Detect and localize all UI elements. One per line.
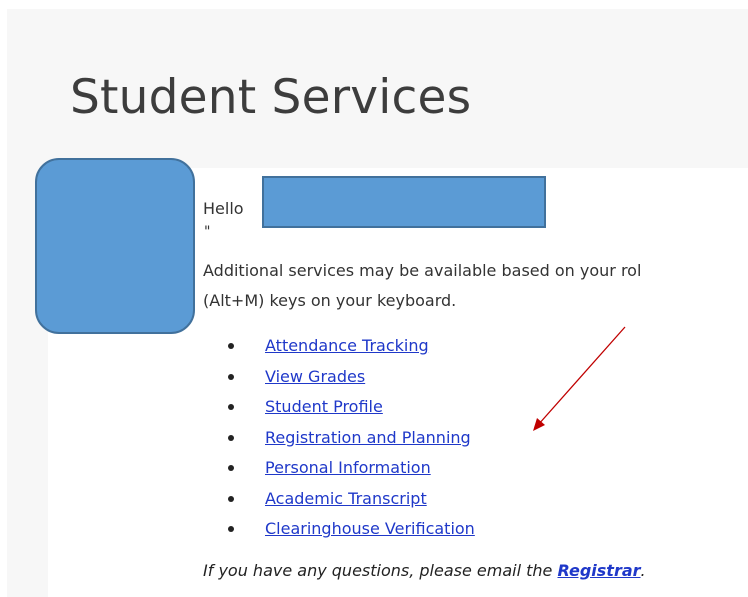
list-item: Clearinghouse Verification bbox=[228, 514, 475, 545]
bullet-icon bbox=[228, 373, 234, 380]
name-redaction bbox=[262, 176, 546, 228]
list-item: Registration and Planning bbox=[228, 423, 475, 454]
greeting-text: Hello bbox=[203, 199, 244, 218]
bullet-icon bbox=[228, 465, 234, 471]
student-profile-link[interactable]: Student Profile bbox=[265, 397, 383, 416]
attendance-tracking-link[interactable]: Attendance Tracking bbox=[265, 336, 429, 355]
bullet-icon bbox=[228, 526, 234, 532]
bullet-icon bbox=[228, 495, 234, 502]
footer-trailing: . bbox=[640, 561, 646, 580]
bullet-icon bbox=[228, 404, 234, 410]
list-item: Student Profile bbox=[228, 392, 475, 423]
academic-transcript-link[interactable]: Academic Transcript bbox=[265, 489, 427, 508]
info-line-1: Additional services may be available bas… bbox=[203, 261, 642, 280]
view-grades-link[interactable]: View Grades bbox=[265, 367, 365, 386]
personal-information-link[interactable]: Personal Information bbox=[265, 458, 431, 477]
list-item: View Grades bbox=[228, 362, 475, 393]
info-paragraph: Additional services may be available bas… bbox=[203, 256, 748, 316]
avatar-redaction bbox=[35, 158, 195, 334]
footer-note: If you have any questions, please email … bbox=[203, 561, 646, 580]
page-title: Student Services bbox=[70, 70, 472, 125]
bullet-icon bbox=[228, 434, 234, 441]
clearinghouse-verification-link[interactable]: Clearinghouse Verification bbox=[265, 519, 475, 538]
footer-text: If you have any questions, please email … bbox=[203, 561, 558, 580]
list-item: Attendance Tracking bbox=[228, 331, 475, 362]
registration-and-planning-link[interactable]: Registration and Planning bbox=[265, 428, 471, 447]
bullet-icon bbox=[228, 343, 234, 349]
registrar-link[interactable]: Registrar bbox=[557, 561, 640, 580]
services-list: Attendance Tracking View Grades Student … bbox=[228, 331, 475, 545]
list-item: Academic Transcript bbox=[228, 484, 475, 515]
info-line-2: (Alt+M) keys on your keyboard. bbox=[203, 291, 457, 310]
list-item: Personal Information bbox=[228, 453, 475, 484]
quote-mark: " bbox=[204, 224, 211, 240]
